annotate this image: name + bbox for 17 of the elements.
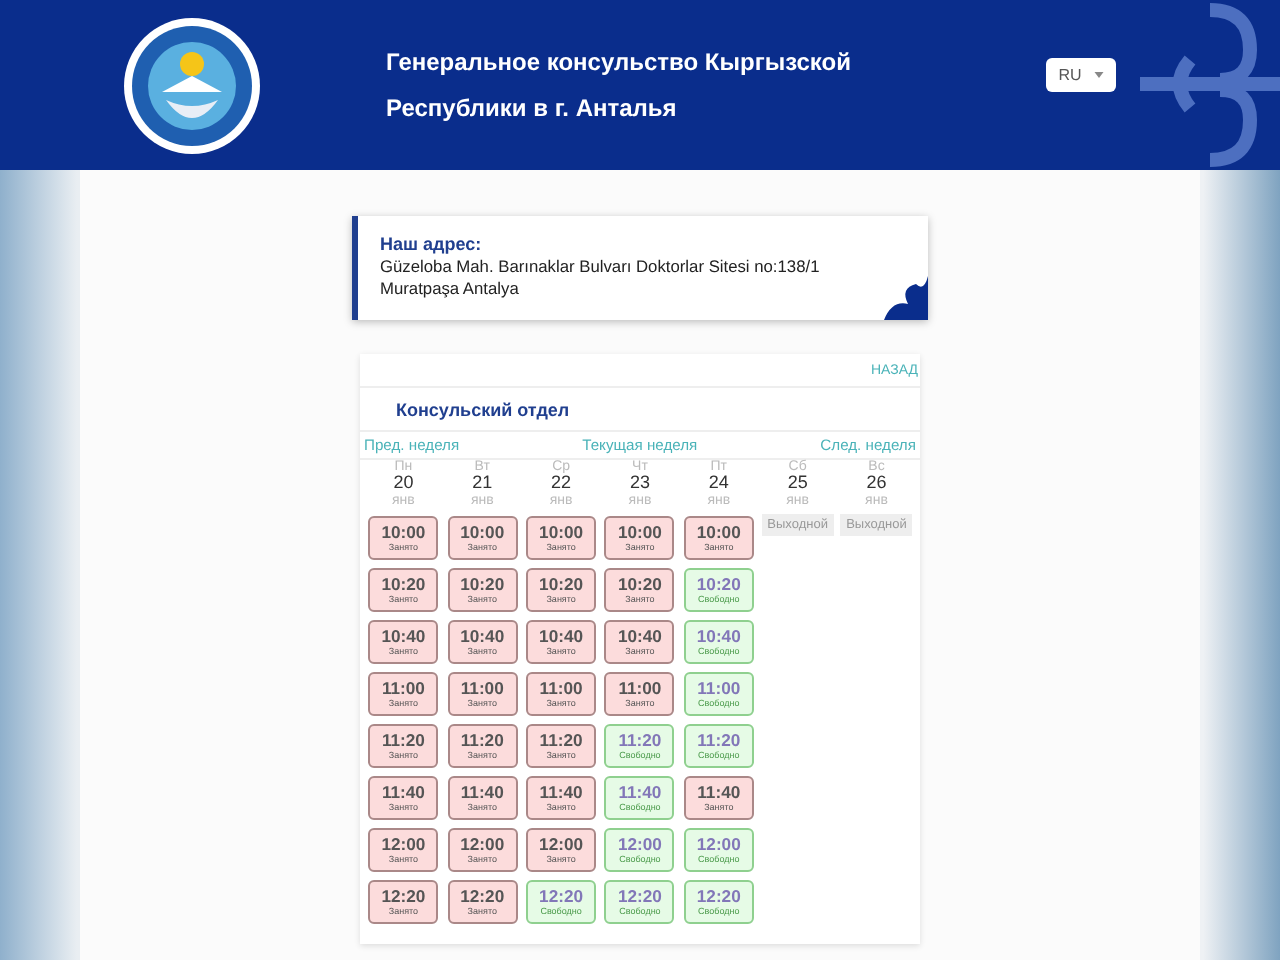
- emblem-icon: [122, 15, 262, 155]
- address-text: Muratpaşa Antalya: [380, 277, 521, 299]
- language-select[interactable]: RU: [1046, 58, 1116, 92]
- date-label: 24: [708, 474, 729, 495]
- address-text: Güzeloba Mah. Barınaklar Bulvarı Doktorlar Sitesi no:138/1: [380, 256, 822, 278]
- date-label: 20: [393, 474, 414, 495]
- date-label: 22: [551, 474, 572, 495]
- site-title: Генеральное консульство Кыргызской: [386, 48, 851, 76]
- caret-icon: [1094, 72, 1104, 79]
- department-title: Консульский отдел: [360, 388, 920, 433]
- date-label: 23: [629, 474, 650, 495]
- date-label: 25: [787, 474, 808, 495]
- address-label: Наш адрес:: [380, 234, 484, 257]
- ornament-icon: [884, 276, 928, 321]
- date-label: 26: [866, 474, 887, 495]
- site-title: Республики в г. Анталья: [386, 94, 679, 122]
- date-label: 21: [472, 474, 493, 495]
